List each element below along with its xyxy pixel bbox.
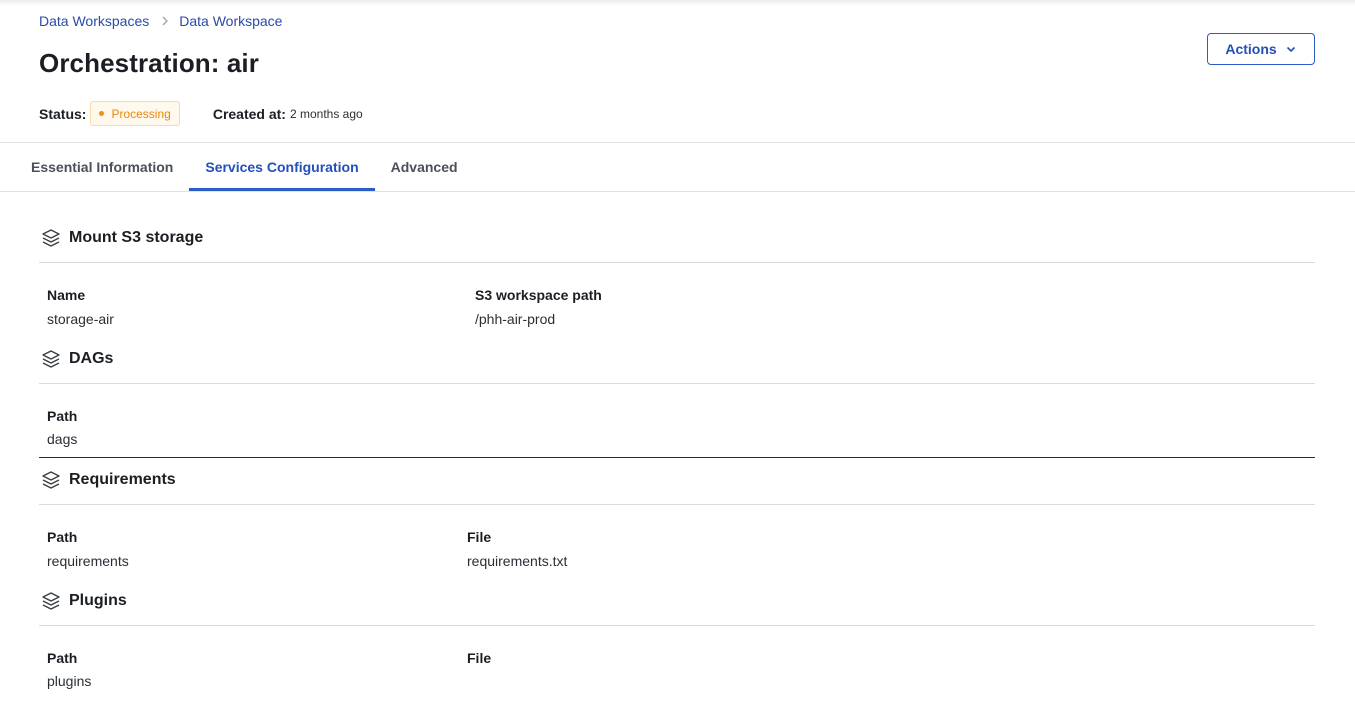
created-value: 2 months ago — [289, 106, 363, 121]
field-label-s3-path: S3 workspace path — [475, 287, 602, 303]
chevron-down-icon — [1286, 46, 1295, 53]
field-label-name: Name — [47, 287, 86, 303]
field-label-path: Path — [47, 650, 78, 666]
created-label: Created at: — [212, 105, 286, 122]
layers-icon — [42, 229, 60, 247]
breadcrumb: Data Workspaces Data Workspace — [39, 13, 282, 29]
status-label: Status: — [39, 105, 87, 122]
layers-icon — [42, 592, 60, 610]
field-value-s3-path: /phh-air-prod — [475, 311, 556, 327]
field-value-path: requirements — [47, 553, 129, 569]
chevron-right-icon — [161, 13, 169, 29]
breadcrumb-link-data-workspaces[interactable]: Data Workspaces — [39, 13, 149, 29]
section-header-plugins: Plugins — [39, 591, 1315, 611]
field-value-file: requirements.txt — [467, 553, 568, 569]
section-title: Plugins — [69, 592, 127, 609]
status-badge: Processing — [90, 101, 180, 126]
field-label-path: Path — [47, 408, 78, 424]
section-header-requirements: Requirements — [39, 470, 1315, 490]
section-title: Mount S3 storage — [69, 229, 204, 246]
meta-row: Status: Processing Created at: 2 months … — [39, 101, 363, 126]
layers-icon — [42, 350, 60, 368]
breadcrumb-link-data-workspace[interactable]: Data Workspace — [179, 13, 282, 29]
field-label-file: File — [467, 529, 492, 545]
field-value-name: storage-air — [47, 311, 114, 327]
section-divider — [39, 625, 1315, 626]
tab-services-configuration[interactable]: Services Configuration — [189, 143, 375, 191]
section-divider — [39, 504, 1315, 505]
field-label-path: Path — [47, 529, 78, 545]
tabs-divider — [0, 191, 1355, 192]
section-separator — [39, 457, 1315, 458]
actions-button[interactable]: Actions — [1207, 33, 1315, 65]
field-label-file: File — [467, 650, 492, 666]
layers-icon — [42, 471, 60, 489]
section-title: DAGs — [69, 350, 114, 367]
top-shadow — [0, 0, 1355, 6]
status-value: Processing — [111, 106, 171, 121]
page-title: Orchestration: air — [39, 48, 259, 78]
section-divider — [39, 262, 1315, 263]
actions-label: Actions — [1225, 41, 1277, 57]
tab-bar: Essential Information Services Configura… — [15, 143, 474, 191]
section-header-dags: DAGs — [39, 349, 1315, 369]
section-header-mount-s3: Mount S3 storage — [39, 228, 1315, 248]
section-divider — [39, 383, 1315, 384]
tab-advanced[interactable]: Advanced — [375, 143, 474, 191]
status-dot-icon — [99, 111, 105, 116]
tab-essential-information[interactable]: Essential Information — [15, 143, 189, 191]
field-value-path: plugins — [47, 673, 92, 689]
section-title: Requirements — [69, 471, 176, 488]
field-value-path: dags — [47, 431, 78, 447]
